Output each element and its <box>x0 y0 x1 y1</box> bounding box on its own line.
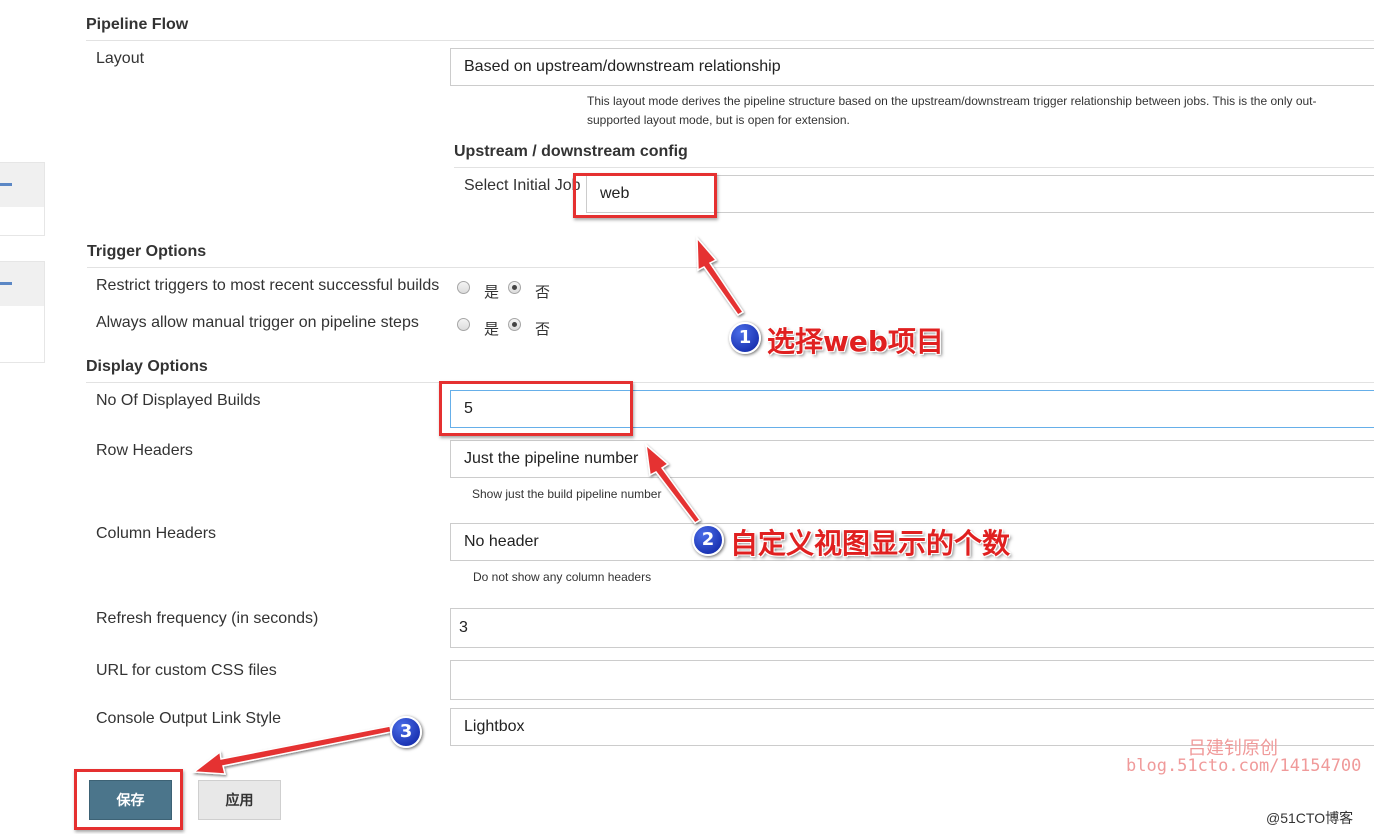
annotation-badge-1: 1 <box>729 322 761 354</box>
annotation-text-2: 自定义视图显示的个数 <box>730 527 1011 560</box>
annotation-badge-2: 2 <box>692 524 724 556</box>
arrow-3 <box>191 725 392 775</box>
arrow-2 <box>644 443 702 524</box>
annotation-text-1: 选择web项目 <box>767 325 944 358</box>
annotation-badge-3: 3 <box>390 716 422 748</box>
arrow-1 <box>696 235 745 317</box>
annotation-arrows <box>191 235 745 775</box>
